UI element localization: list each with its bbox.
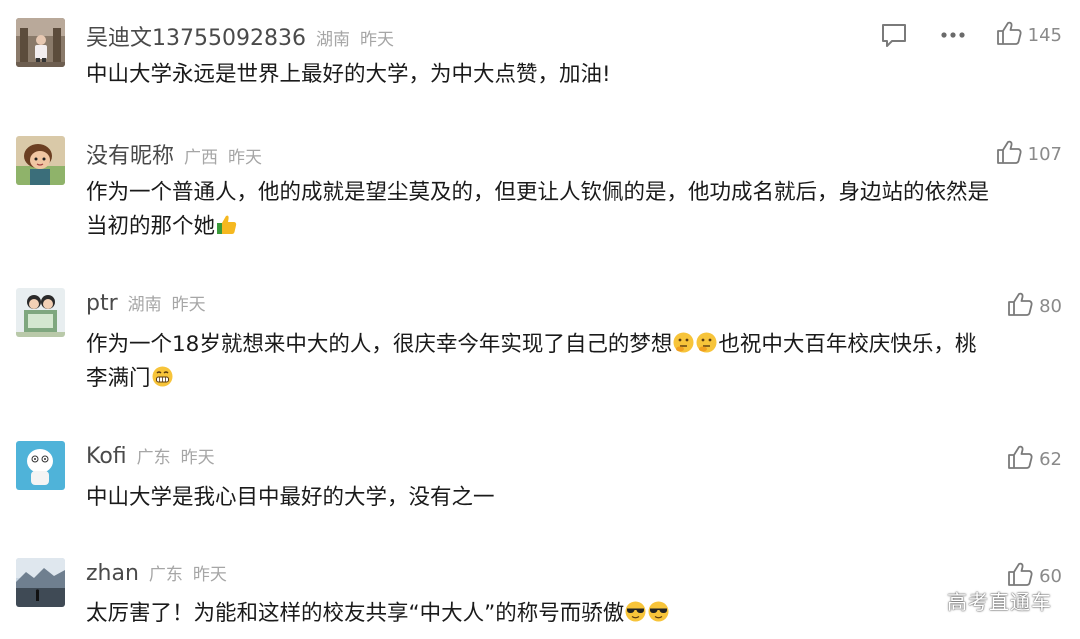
username[interactable]: ptr [86, 291, 118, 316]
like-count: 62 [1039, 448, 1062, 470]
username[interactable]: Kofi [86, 444, 127, 469]
comment-meta: ptr 湖南 昨天 [86, 290, 206, 320]
timestamp: 昨天 [180, 448, 215, 468]
sunglasses-face-emoji-icon [647, 600, 670, 623]
comment-text: 太厉害了！为能和这样的校友共享“中大人”的称号而骄傲 [86, 597, 1066, 631]
username[interactable]: 没有昵称 [86, 138, 174, 170]
comment-meta: 没有昵称 广西 昨天 [86, 138, 263, 170]
comment-icon[interactable] [880, 22, 908, 48]
comment-text-line: 李满门 [86, 362, 1066, 396]
username[interactable]: zhan [86, 561, 139, 586]
comment-actions: 107 [996, 139, 1062, 169]
like-button[interactable]: 80 [1007, 291, 1062, 321]
timestamp: 昨天 [171, 295, 206, 315]
avatar[interactable] [16, 441, 65, 490]
sunglasses-face-emoji-icon [624, 600, 647, 623]
like-count: 145 [1027, 24, 1062, 46]
thinking-face-emoji-icon [672, 331, 695, 354]
comment-meta: Kofi 广东 昨天 [86, 443, 215, 473]
comment-text-line: 作为一个普通人，他的成就是望尘莫及的，但更让人钦佩的是，他功成名就后，身边站的依… [86, 180, 990, 205]
comment-text-line: 作为一个18岁就想来中大的人，很庆幸今年实现了自己的梦想 也祝中大百年校庆快乐，桃 [86, 328, 1066, 362]
thinking-face-emoji-icon [695, 331, 718, 354]
like-button[interactable]: 62 [1007, 444, 1062, 474]
comment-text-segment: 当初的那个她 [86, 214, 216, 239]
comment-text-segment: 中山大学永远是世界上最好的大学，为中大点赞，加油! [86, 62, 611, 87]
thumbs-up-icon [996, 20, 1022, 50]
grinning-face-emoji-icon [151, 365, 174, 388]
avatar[interactable] [16, 288, 65, 337]
like-count: 60 [1039, 565, 1062, 587]
comment-text-segment: 中山大学是我心目中最好的大学，没有之一 [86, 485, 495, 510]
comment-text: 中山大学永远是世界上最好的大学，为中大点赞，加油! [86, 58, 1066, 92]
comment-meta: zhan 广东 昨天 [86, 560, 227, 590]
like-button[interactable]: 107 [996, 139, 1062, 169]
comment-meta: 吴迪文13755092836 湖南 昨天 [86, 20, 394, 52]
like-count: 107 [1027, 143, 1062, 165]
more-dots-icon[interactable] [940, 31, 966, 39]
thumbs-up-icon [1007, 444, 1033, 474]
comment-actions: 80 [1007, 291, 1062, 321]
region-label: 湖南 [127, 295, 162, 315]
thumbs-up-icon [996, 139, 1022, 169]
comment-actions: 62 [1007, 444, 1062, 474]
comment-text: 作为一个普通人，他的成就是望尘莫及的，但更让人钦佩的是，他功成名就后，身边站的依… [86, 176, 1066, 244]
region-label: 湖南 [315, 30, 350, 50]
region-label: 广东 [136, 448, 171, 468]
region-label: 广东 [148, 565, 183, 585]
like-count: 80 [1039, 295, 1062, 317]
thumbs-up-icon [1007, 291, 1033, 321]
watermark: 高考直通车 [947, 590, 1052, 614]
comment-actions: 145 [880, 20, 1062, 50]
avatar[interactable] [16, 558, 65, 607]
comment-text: 作为一个18岁就想来中大的人，很庆幸今年实现了自己的梦想 也祝中大百年校庆快乐，桃… [86, 328, 1066, 396]
timestamp: 昨天 [228, 148, 263, 168]
region-label: 广西 [184, 148, 219, 168]
comment-text-segment: 太厉害了！为能和这样的校友共享“中大人”的称号而骄傲 [86, 601, 625, 626]
like-button[interactable]: 145 [996, 20, 1062, 50]
comment-text-segment: 作为一个18岁就想来中大的人，很庆幸今年实现了自己的梦想 [86, 332, 673, 357]
comment-text-segment: 也祝中大百年校庆快乐，桃 [718, 332, 977, 357]
person-photo-avatar-icon [16, 18, 65, 67]
username[interactable]: 吴迪文13755092836 [86, 20, 306, 52]
cartoon-kid-avatar-icon [16, 288, 65, 337]
cartoon-character-avatar-icon [16, 136, 65, 185]
comment-text-segment: 李满门 [86, 366, 151, 391]
timestamp: 昨天 [192, 565, 227, 585]
avatar[interactable] [16, 136, 65, 185]
cartoon-figure-avatar-icon [16, 441, 65, 490]
avatar[interactable] [16, 18, 65, 67]
thumbs-up-emoji-icon [215, 213, 238, 236]
timestamp: 昨天 [359, 30, 394, 50]
comment-text-line: 当初的那个她 [86, 210, 1066, 244]
comment-text: 中山大学是我心目中最好的大学，没有之一 [86, 481, 1066, 515]
landscape-photo-avatar-icon [16, 558, 65, 607]
